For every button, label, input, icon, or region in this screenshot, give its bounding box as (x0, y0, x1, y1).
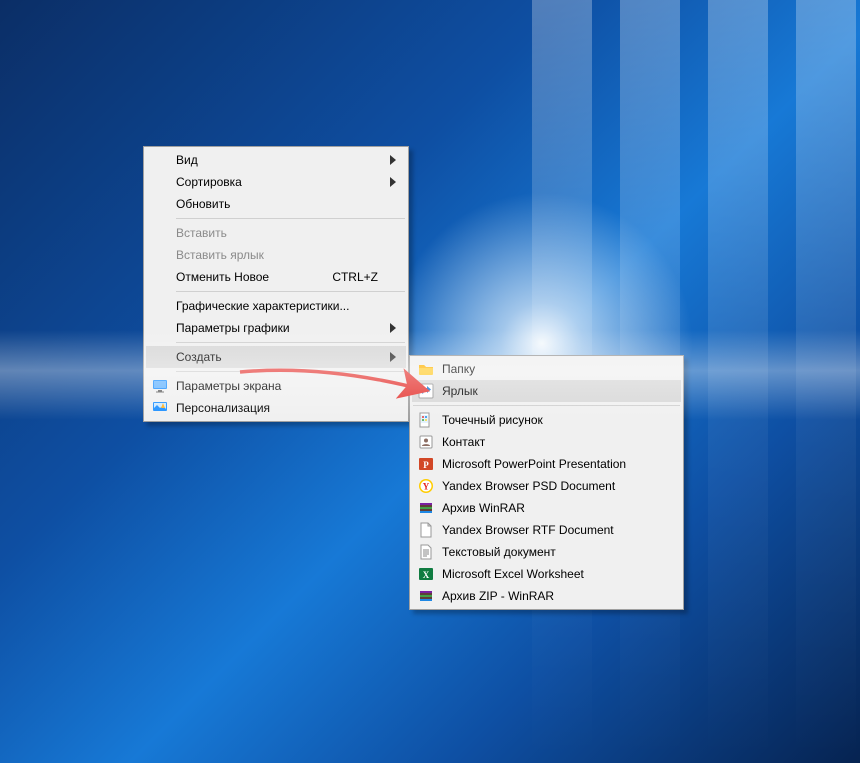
menu-item-label: Yandex Browser PSD Document (442, 479, 615, 493)
folder-icon (418, 361, 434, 377)
menu-item-label: Microsoft PowerPoint Presentation (442, 457, 626, 471)
personalize-icon (152, 400, 168, 416)
menu-item-label: Контакт (442, 435, 485, 449)
menu-item-label: Текстовый документ (442, 545, 556, 559)
menu-item-display-settings[interactable]: Параметры экрана (146, 375, 406, 397)
svg-text:Y: Y (423, 482, 430, 492)
submenu-item-powerpoint[interactable]: P Microsoft PowerPoint Presentation (412, 453, 681, 475)
submenu-item-text[interactable]: Текстовый документ (412, 541, 681, 563)
paint-icon (418, 412, 434, 428)
submenu-item-yandex-rtf[interactable]: Yandex Browser RTF Document (412, 519, 681, 541)
menu-item-label: Параметры графики (176, 321, 290, 335)
menu-shortcut: CTRL+Z (308, 270, 378, 284)
menu-item-label: Ярлык (442, 384, 478, 398)
powerpoint-icon: P (418, 456, 434, 472)
menu-item-label: Графические характеристики... (176, 299, 349, 313)
submenu-item-zip[interactable]: Архив ZIP - WinRAR (412, 585, 681, 607)
contact-icon (418, 434, 434, 450)
menu-item-label: Папку (442, 362, 475, 376)
menu-item-paste: Вставить (146, 222, 406, 244)
menu-item-label: Обновить (176, 197, 230, 211)
submenu-item-contact[interactable]: Контакт (412, 431, 681, 453)
svg-text:P: P (423, 460, 429, 470)
chevron-right-icon (390, 352, 396, 362)
menu-item-new[interactable]: Создать (146, 346, 406, 368)
menu-item-label: Сортировка (176, 175, 242, 189)
menu-item-label: Microsoft Excel Worksheet (442, 567, 584, 581)
excel-icon: X (418, 566, 434, 582)
submenu-item-winrar[interactable]: Архив WinRAR (412, 497, 681, 519)
text-icon (418, 544, 434, 560)
menu-item-undo[interactable]: Отменить Новое CTRL+Z (146, 266, 406, 288)
submenu-item-folder[interactable]: Папку (412, 358, 681, 380)
menu-item-label: Точечный рисунок (442, 413, 543, 427)
menu-item-personalize[interactable]: Персонализация (146, 397, 406, 419)
menu-item-label: Вставить (176, 226, 227, 240)
menu-item-refresh[interactable]: Обновить (146, 193, 406, 215)
submenu-item-shortcut[interactable]: Ярлык (412, 380, 681, 402)
desktop-context-menu: Вид Сортировка Обновить Вставить Вставит… (143, 146, 409, 422)
menu-separator (176, 291, 405, 292)
submenu-item-yandex-psd[interactable]: Y Yandex Browser PSD Document (412, 475, 681, 497)
menu-item-label: Создать (176, 350, 222, 364)
file-icon (418, 522, 434, 538)
submenu-item-excel[interactable]: X Microsoft Excel Worksheet (412, 563, 681, 585)
menu-item-label: Персонализация (176, 401, 270, 415)
chevron-right-icon (390, 155, 396, 165)
menu-separator (176, 342, 405, 343)
menu-item-label: Архив ZIP - WinRAR (442, 589, 554, 603)
menu-item-view[interactable]: Вид (146, 149, 406, 171)
svg-text:X: X (423, 570, 430, 580)
menu-item-label: Yandex Browser RTF Document (442, 523, 614, 537)
menu-item-label: Вставить ярлык (176, 248, 264, 262)
chevron-right-icon (390, 323, 396, 333)
chevron-right-icon (390, 177, 396, 187)
new-submenu: Папку Ярлык (409, 355, 684, 610)
menu-item-paste-shortcut: Вставить ярлык (146, 244, 406, 266)
submenu-item-bitmap[interactable]: Точечный рисунок (412, 409, 681, 431)
menu-item-label: Вид (176, 153, 198, 167)
menu-separator (176, 371, 405, 372)
winrar-icon (418, 500, 434, 516)
menu-separator (176, 218, 405, 219)
desktop-wallpaper[interactable]: Вид Сортировка Обновить Вставить Вставит… (0, 0, 860, 763)
menu-item-label: Параметры экрана (176, 379, 281, 393)
menu-item-gfx-params[interactable]: Параметры графики (146, 317, 406, 339)
monitor-icon (152, 378, 168, 394)
yandex-icon: Y (418, 478, 434, 494)
winrar-icon (418, 588, 434, 604)
menu-item-gfx-props[interactable]: Графические характеристики... (146, 295, 406, 317)
menu-item-label: Архив WinRAR (442, 501, 525, 515)
menu-item-label: Отменить Новое (176, 270, 269, 284)
menu-separator (413, 405, 680, 406)
shortcut-icon (418, 383, 434, 399)
menu-item-sort[interactable]: Сортировка (146, 171, 406, 193)
